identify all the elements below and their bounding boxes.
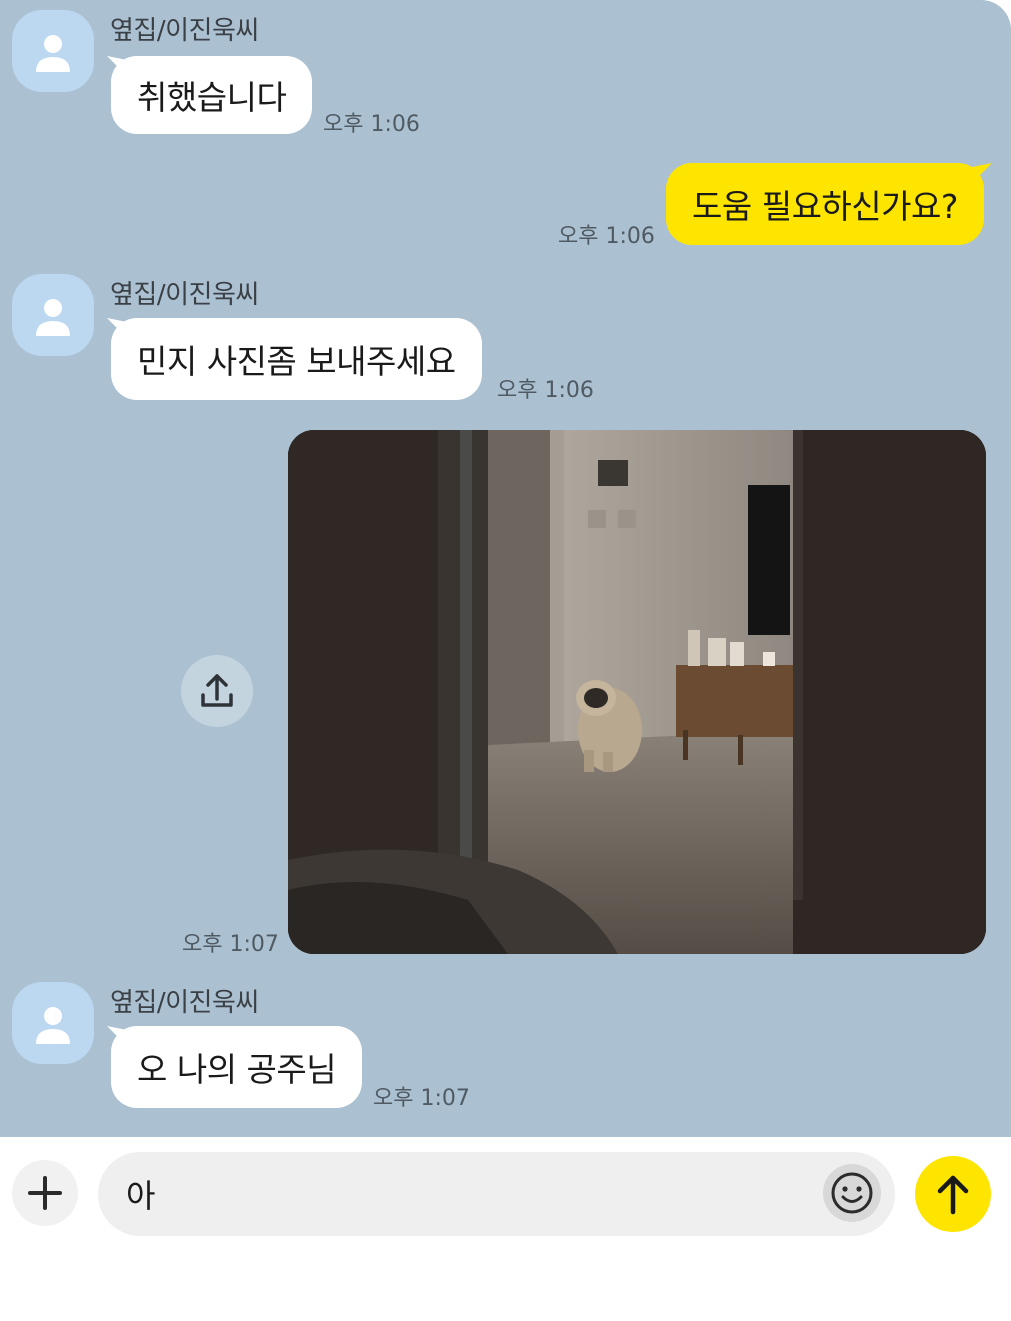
bubble-tail: [972, 163, 992, 183]
default-profile-icon: [36, 299, 70, 336]
message-time: 오후 1:07: [182, 932, 279, 957]
chat-area[interactable]: 옆집/이진욱씨 취했습니다 오후 1:06 도움 필요하신가요? 오후 1:06…: [0, 0, 1011, 1137]
message-input[interactable]: [98, 1152, 895, 1236]
emoji-smile-icon: [831, 1172, 873, 1214]
message-bubble[interactable]: 오 나의 공주님: [111, 1026, 363, 1108]
message-text: 민지 사진좀 보내주세요: [137, 342, 456, 381]
sender-name: 옆집/이진욱씨: [110, 280, 259, 310]
sender-avatar[interactable]: [12, 10, 94, 92]
send-button[interactable]: [915, 1156, 991, 1232]
send-arrow-icon: [937, 1175, 969, 1215]
attach-button[interactable]: [12, 1160, 78, 1226]
message-time: 오후 1:06: [497, 378, 594, 403]
message-bubble[interactable]: 민지 사진좀 보내주세요: [111, 318, 482, 400]
message-text: 취했습니다: [137, 78, 287, 117]
share-upload-icon: [201, 674, 233, 707]
message-time: 오후 1:06: [558, 224, 655, 249]
default-profile-icon: [36, 1007, 70, 1044]
default-profile-icon: [36, 35, 70, 72]
photo-message[interactable]: [288, 430, 986, 954]
sender-avatar[interactable]: [12, 982, 94, 1064]
message-bubble[interactable]: 도움 필요하신가요?: [666, 163, 984, 245]
sender-name: 옆집/이진욱씨: [110, 16, 259, 46]
share-button[interactable]: [181, 655, 253, 727]
message-bubble[interactable]: 취했습니다: [111, 56, 313, 134]
emoji-button[interactable]: [823, 1164, 881, 1222]
sender-avatar[interactable]: [12, 274, 94, 356]
message-text: 도움 필요하신가요?: [692, 187, 958, 226]
message-time: 오후 1:07: [373, 1086, 470, 1111]
plus-icon: [28, 1176, 62, 1210]
message-time: 오후 1:06: [323, 112, 420, 137]
message-text: 오 나의 공주님: [137, 1050, 337, 1089]
sender-name: 옆집/이진욱씨: [110, 988, 259, 1018]
pug-photo: [288, 430, 986, 954]
